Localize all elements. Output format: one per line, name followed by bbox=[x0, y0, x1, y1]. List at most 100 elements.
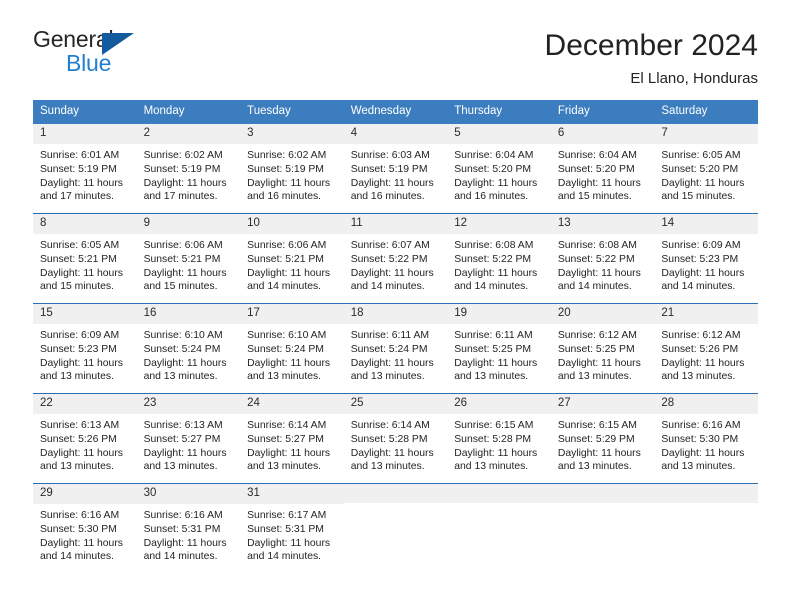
daylight-text-line1: Daylight: 11 hours bbox=[143, 177, 227, 189]
daylight-text-line2: and 13 minutes. bbox=[350, 371, 425, 383]
calendar-day-cell[interactable]: 31 Sunrise: 6:17 AM Sunset: 5:31 PM Dayligh… bbox=[240, 483, 344, 574]
sunrise-text: Sunrise: 6:12 AM bbox=[661, 330, 741, 342]
page-header: General Blue December 2024 El Llano, Hon… bbox=[0, 0, 792, 88]
calendar-day-cell[interactable]: 11 Sunrise: 6:07 AM Sunset: 5:22 PM Dayligh… bbox=[343, 213, 448, 304]
calendar-day-cell[interactable]: 4 Sunrise: 6:03 AM Sunset: 5:19 PM Daylight… bbox=[343, 124, 448, 214]
day-number: 5 bbox=[447, 124, 551, 145]
calendar-week-row: 22 Sunrise: 6:13 AM Sunset: 5:26 PM Dayligh… bbox=[33, 393, 758, 484]
logo-text-blue: Blue bbox=[66, 50, 112, 76]
calendar-day-cell[interactable]: 5 Sunrise: 6:04 AM Sunset: 5:20 PM Daylight… bbox=[447, 124, 551, 214]
calendar-table: Sunday Monday Tuesday Wednesday Thursday… bbox=[33, 99, 758, 574]
calendar-day-cell[interactable]: 30 Sunrise: 6:16 AM Sunset: 5:31 PM Dayligh… bbox=[136, 483, 241, 574]
day-number: 10 bbox=[240, 214, 344, 235]
calendar-day-cell-empty bbox=[654, 483, 758, 574]
calendar-day-cell[interactable]: 16 Sunrise: 6:10 AM Sunset: 5:24 PM Dayligh… bbox=[136, 303, 241, 394]
calendar-day-cell[interactable]: 18 Sunrise: 6:11 AM Sunset: 5:24 PM Dayligh… bbox=[343, 303, 448, 394]
daylight-text-line1: Daylight: 11 hours bbox=[350, 447, 434, 459]
day-number: 25 bbox=[343, 394, 448, 415]
daylight-text-line2: and 15 minutes. bbox=[661, 191, 736, 203]
calendar-day-cell[interactable]: 17 Sunrise: 6:10 AM Sunset: 5:24 PM Dayligh… bbox=[240, 303, 344, 394]
day-sun-info: Sunrise: 6:08 AM Sunset: 5:22 PM Daylight:… bbox=[447, 234, 551, 293]
page-title: December 2024 bbox=[544, 29, 758, 62]
sunrise-text: Sunrise: 6:11 AM bbox=[350, 330, 430, 342]
general-blue-logo[interactable]: General Blue bbox=[33, 28, 163, 82]
daylight-text-line1: Daylight: 11 hours bbox=[350, 177, 434, 189]
day-sun-info: Sunrise: 6:11 AM Sunset: 5:25 PM Daylight:… bbox=[447, 324, 551, 383]
day-sun-info: Sunrise: 6:16 AM Sunset: 5:30 PM Daylight:… bbox=[33, 504, 137, 563]
daylight-text-line2: and 14 minutes. bbox=[454, 281, 529, 293]
daylight-text-line2: and 17 minutes. bbox=[40, 191, 114, 203]
day-number: 14 bbox=[654, 214, 758, 235]
daylight-text-line1: Daylight: 11 hours bbox=[350, 357, 434, 369]
sunrise-text: Sunrise: 6:08 AM bbox=[557, 240, 637, 252]
daylight-text-line1: Daylight: 11 hours bbox=[661, 177, 745, 189]
calendar-week-row: 1 Sunrise: 6:01 AM Sunset: 5:19 PM Daylight… bbox=[33, 124, 758, 214]
daylight-text-line1: Daylight: 11 hours bbox=[247, 357, 331, 369]
day-sun-info: Sunrise: 6:13 AM Sunset: 5:26 PM Daylight:… bbox=[33, 414, 137, 473]
day-number: 1 bbox=[33, 124, 137, 145]
daylight-text-line1: Daylight: 11 hours bbox=[247, 267, 331, 279]
daylight-text-line2: and 13 minutes. bbox=[247, 371, 322, 383]
day-number: 31 bbox=[240, 484, 344, 505]
calendar-day-cell[interactable]: 21 Sunrise: 6:12 AM Sunset: 5:26 PM Dayligh… bbox=[654, 303, 758, 394]
calendar-day-cell[interactable]: 27 Sunrise: 6:15 AM Sunset: 5:29 PM Dayligh… bbox=[550, 393, 655, 484]
calendar-day-cell[interactable]: 20 Sunrise: 6:12 AM Sunset: 5:25 PM Dayligh… bbox=[550, 303, 655, 394]
calendar-day-cell[interactable]: 22 Sunrise: 6:13 AM Sunset: 5:26 PM Dayligh… bbox=[33, 393, 137, 484]
daylight-text-line2: and 16 minutes. bbox=[350, 191, 425, 203]
calendar-day-cell[interactable]: 25 Sunrise: 6:14 AM Sunset: 5:28 PM Dayligh… bbox=[343, 393, 448, 484]
daylight-text-line1: Daylight: 11 hours bbox=[661, 357, 745, 369]
calendar-day-cell[interactable]: 12 Sunrise: 6:08 AM Sunset: 5:22 PM Dayligh… bbox=[447, 213, 551, 304]
calendar-day-cell[interactable]: 10 Sunrise: 6:06 AM Sunset: 5:21 PM Dayligh… bbox=[240, 213, 344, 304]
sunrise-text: Sunrise: 6:12 AM bbox=[557, 330, 637, 342]
day-number: 30 bbox=[136, 484, 241, 505]
calendar-day-cell-empty bbox=[343, 483, 448, 574]
weekday-header-sunday: Sunday bbox=[33, 99, 137, 125]
sunrise-text: Sunrise: 6:13 AM bbox=[143, 420, 223, 432]
calendar-day-cell[interactable]: 2 Sunrise: 6:02 AM Sunset: 5:19 PM Daylight… bbox=[136, 124, 241, 214]
daylight-text-line1: Daylight: 11 hours bbox=[661, 447, 745, 459]
calendar-day-cell[interactable]: 24 Sunrise: 6:14 AM Sunset: 5:27 PM Dayligh… bbox=[240, 393, 344, 484]
calendar-day-cell[interactable]: 29 Sunrise: 6:16 AM Sunset: 5:30 PM Dayligh… bbox=[33, 483, 137, 574]
daylight-text-line1: Daylight: 11 hours bbox=[143, 267, 227, 279]
calendar-day-cell[interactable]: 23 Sunrise: 6:13 AM Sunset: 5:27 PM Dayligh… bbox=[136, 393, 241, 484]
sunrise-text: Sunrise: 6:09 AM bbox=[661, 240, 741, 252]
daylight-text-line1: Daylight: 11 hours bbox=[40, 447, 123, 459]
calendar-day-cell[interactable]: 19 Sunrise: 6:11 AM Sunset: 5:25 PM Dayligh… bbox=[447, 303, 551, 394]
sunset-text: Sunset: 5:19 PM bbox=[350, 163, 428, 175]
daylight-text-line2: and 15 minutes. bbox=[557, 191, 632, 203]
sunrise-text: Sunrise: 6:14 AM bbox=[247, 420, 327, 432]
calendar-day-cell-empty bbox=[550, 483, 655, 574]
day-sun-info: Sunrise: 6:04 AM Sunset: 5:20 PM Daylight:… bbox=[447, 144, 551, 203]
calendar-day-cell[interactable]: 28 Sunrise: 6:16 AM Sunset: 5:30 PM Dayligh… bbox=[654, 393, 758, 484]
daylight-text-line2: and 16 minutes. bbox=[247, 191, 322, 203]
calendar-day-cell[interactable]: 3 Sunrise: 6:02 AM Sunset: 5:19 PM Daylight… bbox=[240, 124, 344, 214]
sunset-text: Sunset: 5:19 PM bbox=[40, 163, 117, 175]
calendar-day-cell[interactable]: 9 Sunrise: 6:06 AM Sunset: 5:21 PM Daylight… bbox=[136, 213, 241, 304]
daylight-text-line1: Daylight: 11 hours bbox=[557, 177, 641, 189]
daylight-text-line2: and 14 minutes. bbox=[350, 281, 425, 293]
daylight-text-line2: and 13 minutes. bbox=[143, 461, 218, 473]
day-sun-info: Sunrise: 6:16 AM Sunset: 5:30 PM Daylight:… bbox=[654, 414, 758, 473]
sunset-text: Sunset: 5:26 PM bbox=[40, 433, 117, 445]
calendar-day-cell[interactable]: 8 Sunrise: 6:05 AM Sunset: 5:21 PM Daylight… bbox=[33, 213, 137, 304]
sunrise-text: Sunrise: 6:17 AM bbox=[247, 510, 327, 522]
sunset-text: Sunset: 5:22 PM bbox=[557, 253, 635, 265]
daylight-text-line1: Daylight: 11 hours bbox=[40, 267, 123, 279]
calendar-day-cell[interactable]: 13 Sunrise: 6:08 AM Sunset: 5:22 PM Dayligh… bbox=[550, 213, 655, 304]
daylight-text-line2: and 14 minutes. bbox=[247, 281, 322, 293]
sunrise-text: Sunrise: 6:04 AM bbox=[454, 150, 534, 162]
sunrise-text: Sunrise: 6:05 AM bbox=[40, 240, 120, 252]
calendar-day-cell[interactable]: 15 Sunrise: 6:09 AM Sunset: 5:23 PM Dayligh… bbox=[33, 303, 137, 394]
day-number: 8 bbox=[33, 214, 137, 235]
calendar-day-cell[interactable]: 14 Sunrise: 6:09 AM Sunset: 5:23 PM Dayligh… bbox=[654, 213, 758, 304]
calendar-day-cell[interactable]: 1 Sunrise: 6:01 AM Sunset: 5:19 PM Daylight… bbox=[33, 124, 137, 214]
calendar-day-cell[interactable]: 6 Sunrise: 6:04 AM Sunset: 5:20 PM Daylight… bbox=[550, 124, 655, 214]
day-sun-info: Sunrise: 6:15 AM Sunset: 5:28 PM Daylight:… bbox=[447, 414, 551, 473]
sunrise-text: Sunrise: 6:08 AM bbox=[454, 240, 534, 252]
sunset-text: Sunset: 5:30 PM bbox=[40, 523, 117, 535]
calendar-day-cell[interactable]: 7 Sunrise: 6:05 AM Sunset: 5:20 PM Daylight… bbox=[654, 124, 758, 214]
sunrise-text: Sunrise: 6:16 AM bbox=[143, 510, 223, 522]
weekday-header-monday: Monday bbox=[136, 99, 241, 125]
calendar-day-cell[interactable]: 26 Sunrise: 6:15 AM Sunset: 5:28 PM Dayligh… bbox=[447, 393, 551, 484]
sunrise-text: Sunrise: 6:06 AM bbox=[247, 240, 327, 252]
